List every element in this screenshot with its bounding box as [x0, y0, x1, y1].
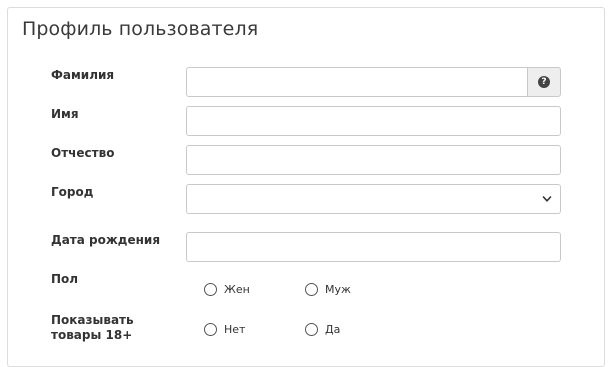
first-name-input[interactable]: [186, 106, 561, 136]
radio-circle[interactable]: [305, 283, 318, 296]
panel-title: Профиль пользователя: [22, 18, 259, 40]
last-name-input-group: ?: [186, 67, 561, 97]
adult-goods-label-line2: товары 18+: [51, 328, 133, 342]
patronymic-input[interactable]: [186, 145, 561, 175]
adult-goods-radio-no[interactable]: Нет: [204, 323, 245, 336]
adult-goods-label: Показывать товары 18+: [51, 313, 134, 343]
radio-circle[interactable]: [204, 323, 217, 336]
gender-radio-female[interactable]: Жен: [204, 283, 250, 296]
patronymic-label: Отчество: [51, 146, 115, 160]
radio-circle[interactable]: [204, 283, 217, 296]
city-label: Город: [51, 185, 94, 199]
adult-goods-label-line1: Показывать: [51, 313, 134, 327]
adult-goods-radio-yes[interactable]: Да: [305, 323, 340, 336]
city-select[interactable]: [186, 184, 561, 214]
radio-circle[interactable]: [305, 323, 318, 336]
adult-goods-option-yes-label: Да: [325, 323, 341, 336]
chevron-down-icon: [542, 196, 552, 202]
gender-option-female-label: Жен: [224, 283, 250, 296]
birth-date-input[interactable]: [186, 232, 561, 262]
adult-goods-option-no-label: Нет: [224, 323, 246, 336]
first-name-label: Имя: [51, 107, 79, 121]
birth-date-label: Дата рождения: [51, 233, 161, 247]
gender-radio-male[interactable]: Муж: [305, 283, 351, 296]
last-name-input[interactable]: [186, 67, 527, 97]
gender-option-male-label: Муж: [325, 283, 351, 296]
last-name-help-button[interactable]: ?: [527, 67, 561, 97]
gender-label: Пол: [51, 272, 79, 286]
last-name-label: Фамилия: [51, 68, 115, 82]
question-circle-icon: ?: [538, 76, 550, 88]
